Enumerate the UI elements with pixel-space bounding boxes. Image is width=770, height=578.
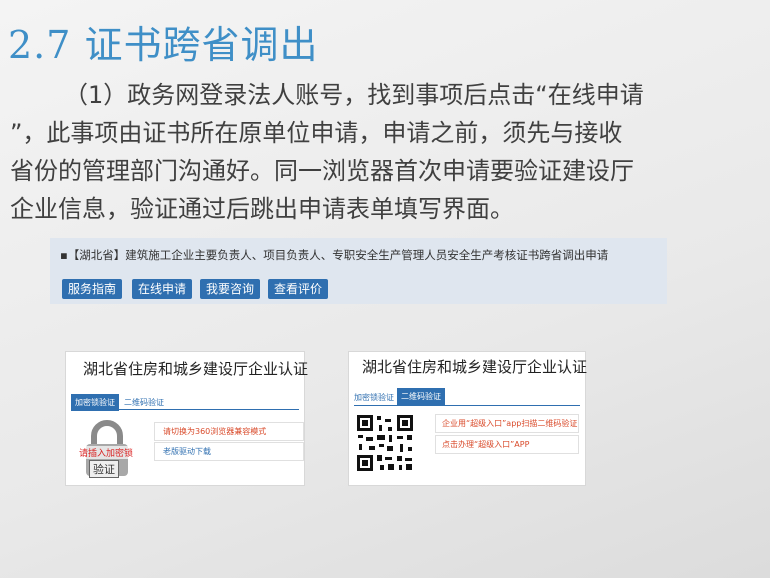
- install-app-link[interactable]: 点击办理“超级入口”APP: [435, 435, 579, 454]
- apply-online-button[interactable]: 在线申请: [132, 279, 193, 299]
- cert-card-title: 湖北省住房和城乡建设厅企业认证: [362, 358, 588, 376]
- view-review-button[interactable]: 查看评价: [268, 279, 329, 299]
- tab-qr-verify[interactable]: 二维码验证: [124, 397, 164, 408]
- cert-card-qr: 湖北省住房和城乡建设厅企业认证 加密锁验证 二维码验证 企业用“超级入口”app…: [348, 351, 588, 486]
- tab-qr-verify[interactable]: 二维码验证: [397, 388, 445, 405]
- slide-title: 2.7 证书跨省调出: [8, 23, 319, 67]
- tab-underline: [71, 409, 299, 410]
- tab-underline: [354, 405, 580, 406]
- paragraph-line: 企业信息，验证通过后跳出申请表单填写界面。: [10, 195, 514, 223]
- switch-browser-option[interactable]: 请切换为360浏览器兼容模式: [154, 422, 304, 441]
- paragraph-line: ”，此事项由证书所在原单位申请，申请之前，须先与接收: [10, 119, 623, 147]
- cert-card-lock: 湖北省住房和城乡建设厅企业认证 加密锁验证 二维码验证 请切换为360浏览器兼容…: [65, 351, 309, 486]
- paragraph-line: 省份的管理部门沟通好。同一浏览器首次申请要验证建设厅: [10, 157, 634, 185]
- consult-button[interactable]: 我要咨询: [200, 279, 261, 299]
- tab-lock-verify[interactable]: 加密锁验证: [354, 392, 394, 403]
- service-guide-button[interactable]: 服务指南: [62, 279, 123, 299]
- insert-lock-text: 请插入加密锁: [79, 446, 134, 459]
- paragraph-line: （1）政务网登录法人账号，找到事项后点击“在线申请: [64, 81, 644, 109]
- driver-download-link[interactable]: 老版驱动下载: [154, 442, 304, 461]
- cert-card-title: 湖北省住房和城乡建设厅企业认证: [83, 360, 309, 378]
- verify-button[interactable]: 验证: [89, 460, 119, 478]
- qr-code-icon: [355, 413, 415, 473]
- scan-qr-option[interactable]: 企业用“超级入口”app扫描二维码验证: [435, 414, 579, 433]
- service-panel: ▪【湖北省】建筑施工企业主要负责人、项目负责人、专职安全生产管理人员安全生产考核…: [50, 238, 667, 304]
- body-paragraph: （1）政务网登录法人账号，找到事项后点击“在线申请 ”，此事项由证书所在原单位申…: [10, 76, 690, 228]
- service-title: ▪【湖北省】建筑施工企业主要负责人、项目负责人、专职安全生产管理人员安全生产考核…: [60, 248, 609, 262]
